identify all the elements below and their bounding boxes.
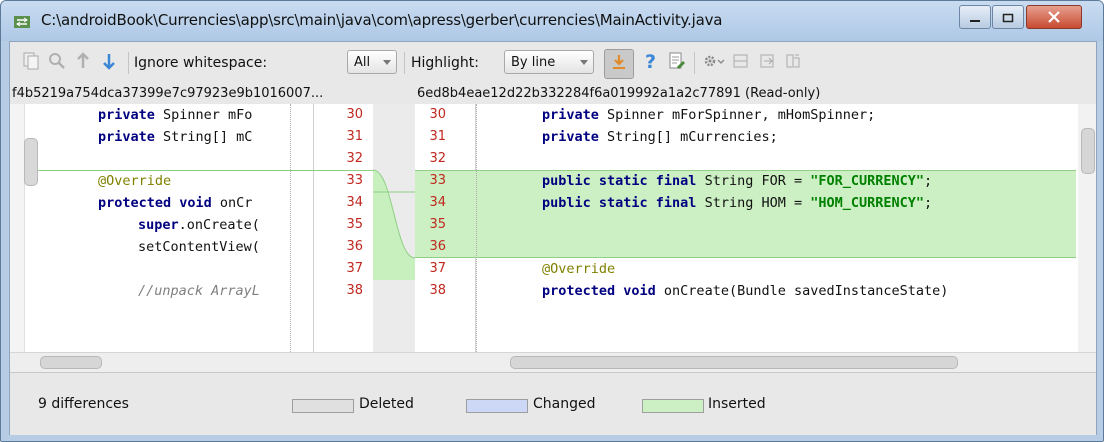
find-button[interactable]: [46, 52, 68, 74]
code-line: private String[] mC: [98, 129, 253, 145]
close-icon: [1047, 8, 1061, 27]
sync-scroll-button[interactable]: [730, 52, 752, 74]
code-line: private String[] mCurrencies;: [542, 129, 778, 145]
minimize-button[interactable]: [959, 5, 991, 29]
toolbar: Ignore whitespace: All Highlight: By lin…: [10, 42, 1096, 82]
legend-changed: Changed: [533, 396, 596, 412]
line-number: 37: [429, 261, 446, 276]
line-number: 32: [429, 151, 446, 166]
left-marker-gutter: [10, 104, 25, 372]
diff-area: private Spinner mFo private String[] mC …: [10, 104, 1096, 373]
chevron-down-icon: [383, 60, 391, 65]
line-number: 30: [429, 107, 446, 122]
arrow-up-icon: [76, 52, 90, 74]
left-right-margin: [290, 104, 291, 352]
code-line: private Spinner mForSpinner, mHomSpinner…: [542, 107, 876, 123]
compare-button[interactable]: [782, 52, 804, 74]
code-line: //unpack ArrayL: [138, 283, 260, 299]
highlight-select[interactable]: By line: [504, 50, 594, 74]
connector-shape: [373, 170, 415, 280]
diff-panel: Ignore whitespace: All Highlight: By lin…: [9, 41, 1097, 435]
highlight-value: By line: [511, 54, 556, 70]
legend-deleted: Deleted: [359, 396, 414, 412]
code-line: @Override: [542, 261, 616, 277]
svg-text:?: ?: [645, 51, 656, 71]
diff-window: C:\androidBook\Currencies\app\src\main\j…: [0, 0, 1104, 442]
line-number: 34: [429, 195, 446, 210]
title-bar: C:\androidBook\Currencies\app\src\main\j…: [1, 1, 1103, 41]
line-number: 30: [346, 107, 363, 122]
code-line: setContentView(: [138, 239, 260, 255]
copy-button[interactable]: [20, 52, 42, 74]
previous-difference-button[interactable]: [72, 52, 94, 74]
line-number: 32: [346, 151, 363, 166]
left-revision-hash: f4b5219a754dca37399e7c97923e9b1016007...: [12, 86, 324, 101]
maximize-icon: [1002, 8, 1014, 27]
ignore-whitespace-label: Ignore whitespace:: [134, 55, 268, 71]
chevron-down-icon: [580, 60, 588, 65]
inserted-swatch: [642, 399, 704, 413]
line-number: 33: [346, 173, 363, 188]
code-line: super.onCreate(: [138, 217, 260, 233]
apply-changes-button[interactable]: [604, 49, 634, 79]
code-line: protected void onCreate(Bundle savedInst…: [542, 283, 949, 299]
settings-button[interactable]: [700, 52, 728, 74]
export-button[interactable]: [756, 52, 778, 74]
line-number: 35: [346, 217, 363, 232]
gear-icon: [702, 52, 726, 74]
highlight-label: Highlight:: [411, 55, 479, 71]
differences-count: 9 differences: [38, 396, 129, 412]
code-line: private Spinner mFo: [98, 107, 253, 123]
edit-source-button[interactable]: [666, 52, 688, 74]
right-left-margin: [476, 104, 477, 352]
left-horizontal-scrollbar[interactable]: [40, 356, 102, 369]
next-difference-button[interactable]: [98, 52, 120, 74]
diff-connector: [372, 104, 416, 372]
line-number: 37: [346, 261, 363, 276]
line-number: 36: [429, 239, 446, 254]
right-revision-hash: 6ed8b4eae12d22b332284f6a019992a1a2c77891…: [417, 86, 821, 101]
minimize-icon: [969, 8, 981, 27]
line-number: 31: [346, 129, 363, 144]
window-title: C:\androidBook\Currencies\app\src\main\j…: [41, 11, 723, 29]
copy-icon: [23, 52, 39, 74]
line-number: 38: [346, 283, 363, 298]
compare-icon: [784, 52, 802, 74]
toolbar-separator: [128, 52, 129, 74]
export-icon: [758, 52, 776, 74]
right-horizontal-scrollbar[interactable]: [510, 356, 958, 369]
line-number: 31: [429, 129, 446, 144]
toolbar-separator: [404, 52, 405, 74]
code-line: @Override: [98, 173, 172, 189]
code-line: protected void onCr: [98, 195, 253, 211]
status-bar: 9 differences Deleted Changed Inserted: [10, 372, 1096, 435]
deleted-swatch: [292, 399, 354, 413]
revision-header: f4b5219a754dca37399e7c97923e9b1016007...…: [10, 84, 1096, 104]
line-number: 38: [429, 283, 446, 298]
line-number: 35: [429, 217, 446, 232]
collapse-icon: [732, 52, 750, 74]
right-vertical-scrollbar[interactable]: [1081, 128, 1095, 174]
line-number: 36: [346, 239, 363, 254]
ignore-whitespace-value: All: [354, 54, 371, 70]
toolbar-separator: [694, 52, 695, 74]
download-arrow-icon: [610, 53, 628, 75]
changed-swatch: [466, 399, 528, 413]
line-number: 34: [346, 195, 363, 210]
arrow-down-icon: [102, 52, 116, 74]
legend-inserted: Inserted: [708, 396, 766, 412]
code-line: public static final String HOM = "HOM_CU…: [542, 195, 933, 211]
magnifier-icon: [48, 52, 66, 74]
diff-app-icon: [14, 14, 30, 28]
maximize-button[interactable]: [992, 5, 1024, 29]
edit-source-icon: [668, 52, 686, 74]
insertion-marker: [24, 170, 373, 171]
left-vertical-scrollbar[interactable]: [24, 138, 38, 186]
close-button[interactable]: [1026, 5, 1082, 29]
code-line: public static final String FOR = "FOR_CU…: [542, 173, 933, 189]
help-button[interactable]: ?: [640, 51, 662, 75]
ignore-whitespace-select[interactable]: All: [347, 50, 397, 74]
line-number: 33: [429, 173, 446, 188]
help-icon: ?: [643, 51, 659, 75]
